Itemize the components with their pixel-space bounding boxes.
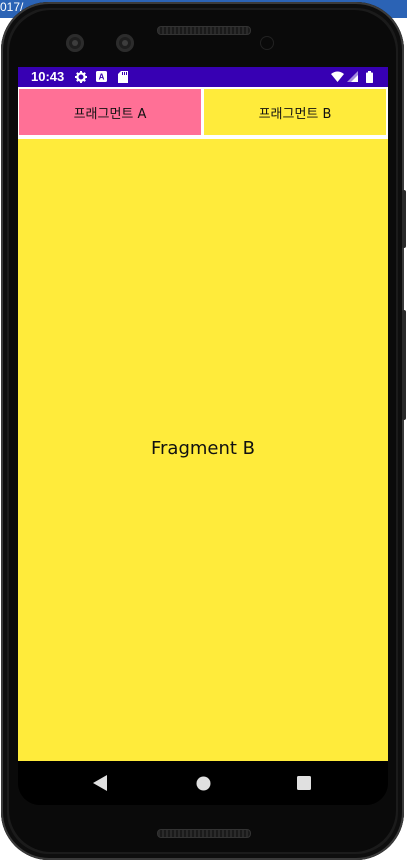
earpiece-speaker — [157, 26, 251, 35]
recents-square-icon[interactable] — [290, 769, 318, 797]
fragment-title: Fragment B — [150, 437, 256, 459]
volume-button — [402, 310, 406, 420]
signal-icon — [346, 70, 359, 83]
fragment-tabs: 프래그먼트 A 프래그먼트 B — [18, 87, 388, 139]
fragment-a-button[interactable]: 프래그먼트 A — [19, 89, 201, 135]
battery-icon — [363, 70, 376, 83]
proximity-sensor — [261, 37, 273, 49]
a-box-icon: A — [95, 70, 108, 83]
wifi-icon — [331, 70, 344, 83]
front-camera-left — [66, 34, 84, 52]
status-bar: 10:43 A — [18, 67, 388, 87]
sd-card-icon — [116, 70, 129, 83]
home-circle-icon[interactable] — [189, 769, 217, 797]
power-button — [402, 190, 406, 248]
status-time: 10:43 — [31, 69, 65, 84]
bottom-speaker — [157, 829, 251, 838]
svg-text:A: A — [99, 73, 105, 82]
front-camera-right — [116, 34, 134, 52]
gear-icon — [74, 70, 87, 83]
back-triangle-icon[interactable] — [86, 769, 114, 797]
fragment-b-container: Fragment B — [18, 139, 388, 761]
navigation-bar — [18, 761, 388, 805]
phone-screen: 10:43 A 프래그먼트 A 프래그먼트 B Fragment B — [18, 67, 388, 805]
fragment-b-button[interactable]: 프래그먼트 B — [204, 89, 386, 135]
